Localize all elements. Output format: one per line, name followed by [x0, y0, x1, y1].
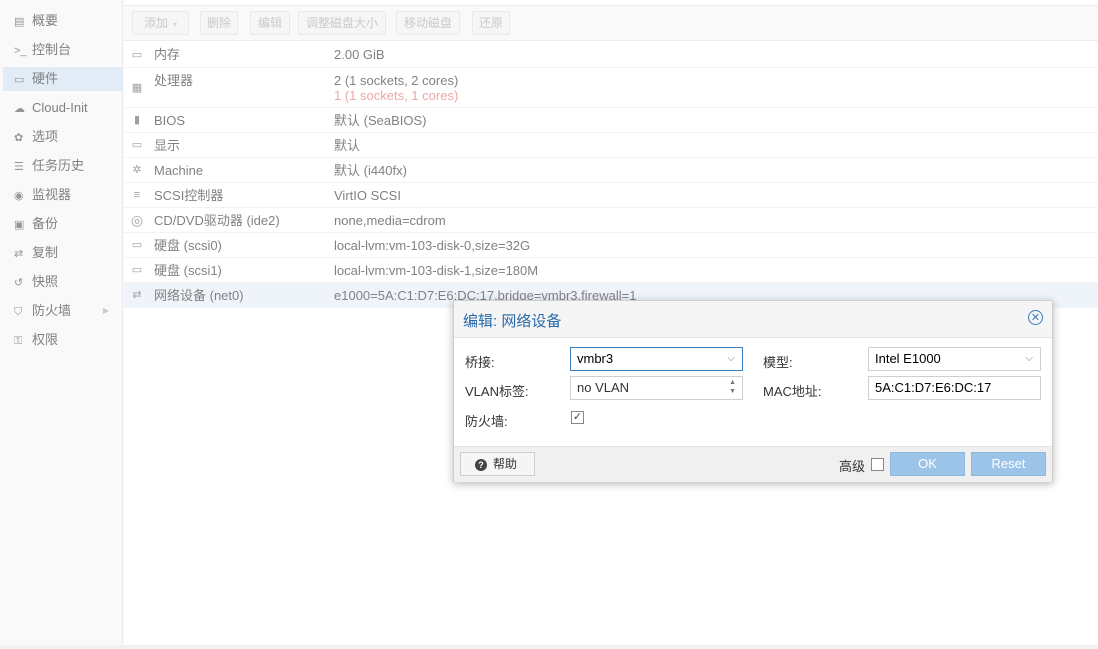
- spin-down-icon[interactable]: ▼: [729, 388, 736, 395]
- advanced-label: 高级: [839, 459, 866, 474]
- close-icon[interactable]: ✕: [1028, 310, 1043, 325]
- model-value: Intel E1000: [875, 351, 941, 366]
- vlan-tag-input[interactable]: no VLAN ▲ ▼: [570, 376, 743, 400]
- spin-up-icon[interactable]: ▲: [729, 379, 736, 386]
- model-label: 模型:: [763, 355, 793, 370]
- spinner-icon[interactable]: ▲ ▼: [729, 378, 736, 396]
- vlan-label: VLAN标签:: [465, 384, 529, 399]
- dialog-header: 编辑: 网络设备 ✕: [454, 301, 1052, 338]
- vlan-placeholder: no VLAN: [577, 380, 630, 395]
- reset-button[interactable]: Reset: [971, 452, 1046, 476]
- model-select[interactable]: Intel E1000 ⌵: [868, 347, 1041, 371]
- firewall-label: 防火墙:: [465, 414, 508, 429]
- bridge-select[interactable]: vmbr3 ⌵: [570, 347, 743, 371]
- bridge-value: vmbr3: [577, 351, 614, 366]
- chevron-down-icon[interactable]: ⌵: [1025, 348, 1033, 370]
- chevron-down-icon[interactable]: ⌵: [727, 348, 735, 370]
- edit-network-dialog: 编辑: 网络设备 ✕ 桥接: vmbr3 ⌵ 模型: Intel E1000 ⌵…: [453, 300, 1053, 482]
- question-circle-icon: ?: [475, 459, 487, 471]
- bridge-label: 桥接:: [465, 355, 495, 370]
- firewall-checkbox[interactable]: ✓: [571, 411, 584, 424]
- help-button[interactable]: ? 帮助: [460, 452, 535, 476]
- advanced-checkbox[interactable]: [871, 458, 884, 471]
- mac-label: MAC地址:: [763, 384, 822, 399]
- ok-button[interactable]: OK: [890, 452, 965, 476]
- mac-address-input[interactable]: 5A:C1:D7:E6:DC:17: [868, 376, 1041, 400]
- dialog-title: 编辑: 网络设备: [463, 313, 562, 330]
- dialog-footer: ? 帮助 高级 OK Reset: [454, 446, 1052, 482]
- help-button-label: 帮助: [493, 457, 518, 471]
